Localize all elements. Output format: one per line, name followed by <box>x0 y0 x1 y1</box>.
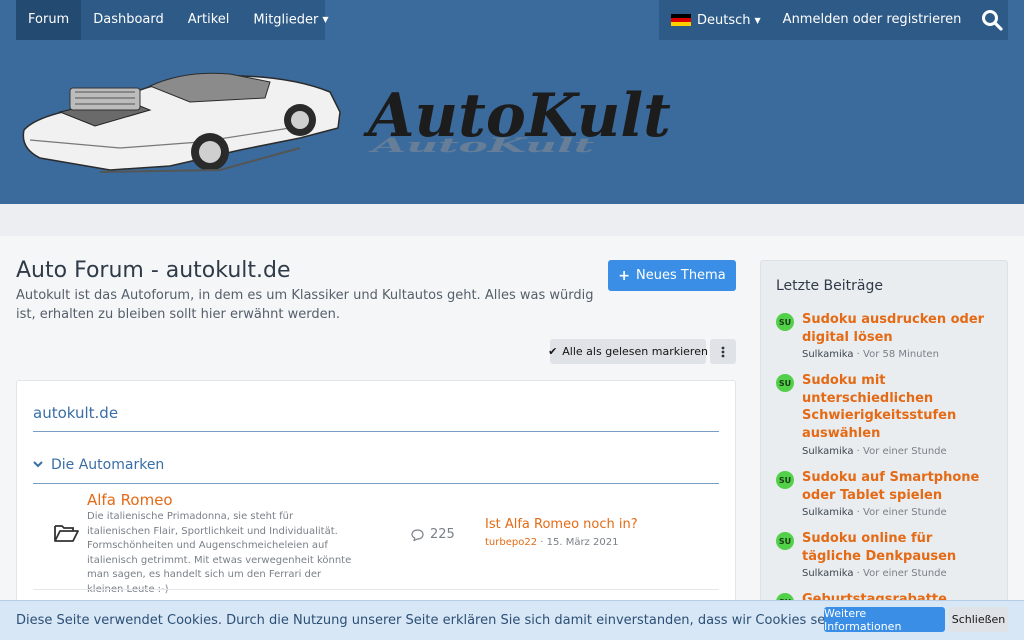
chevron-down-icon: ▼ <box>322 15 329 24</box>
site-banner: AutoKult AutoKult <box>0 40 1024 204</box>
vertical-ellipsis-icon <box>721 346 725 357</box>
forum-title-alfa-romeo[interactable]: Alfa Romeo <box>87 491 173 509</box>
avatar[interactable]: SU <box>776 471 794 489</box>
post-title[interactable]: Sudoku auf Smartphone oder Tablet spiele… <box>802 469 992 504</box>
post-author[interactable]: Sulkamika <box>802 507 853 518</box>
latest-post-item: SU Sudoku mit unterschiedlichen Schwieri… <box>776 372 1001 462</box>
page-description: Autokult ist das Autoforum, in dem es um… <box>16 288 594 322</box>
post-meta: Sulkamika · Vor einer Stunde <box>802 568 947 579</box>
post-meta: Sulkamika · Vor einer Stunde <box>802 446 947 457</box>
chevron-down-icon: ▼ <box>754 15 761 25</box>
forum-description: Die italienische Primadonna, sie steht f… <box>87 511 352 595</box>
latest-thread-date: 15. März 2021 <box>546 537 619 548</box>
mark-read-label: Alle als gelesen markieren <box>562 345 708 358</box>
car-illustration <box>22 72 341 173</box>
top-navigation: Forum Dashboard Artikel Mitglieder ▼ Deut… <box>0 0 1024 40</box>
post-time: Vor einer Stunde <box>863 446 947 457</box>
tab-mitglieder[interactable]: Mitglieder ▼ <box>241 0 340 40</box>
post-title[interactable]: Sudoku ausdrucken oder digital lösen <box>802 311 992 346</box>
latest-post-item: SU Sudoku online für tägliche Denkpausen… <box>776 530 1001 586</box>
site-logo[interactable]: AutoKult AutoKult <box>0 40 820 204</box>
mark-all-read-button[interactable]: ✔ Alle als gelesen markieren <box>548 339 708 364</box>
new-thread-label: Neues Thema <box>636 268 726 283</box>
post-title[interactable]: Sudoku mit unterschiedlichen Schwierigke… <box>802 372 992 442</box>
post-time: Vor einer Stunde <box>863 507 947 518</box>
post-title[interactable]: Sudoku online für tägliche Denkpausen <box>802 530 992 565</box>
login-register-link[interactable]: Anmelden oder registrieren <box>773 0 976 40</box>
folder-open-icon <box>53 523 79 547</box>
latest-thread-user[interactable]: turbepo22 <box>485 537 537 548</box>
cookie-close-button[interactable]: Schließen <box>949 607 1008 632</box>
subcategory-toggle[interactable]: Die Automarken <box>33 457 164 473</box>
post-author[interactable]: Sulkamika <box>802 349 853 360</box>
thread-count: 225 <box>411 527 455 542</box>
latest-post-item: SU Sudoku ausdrucken oder digital lösen … <box>776 311 1001 367</box>
row-divider <box>33 589 719 590</box>
tab-forum[interactable]: Forum <box>16 0 82 40</box>
main-nav-tabs: Forum Dashboard Artikel Mitglieder ▼ <box>16 0 329 40</box>
tab-dashboard[interactable]: Dashboard <box>81 0 176 40</box>
language-label: Deutsch <box>697 12 751 28</box>
post-time: Vor 58 Minuten <box>863 349 939 360</box>
post-time: Vor einer Stunde <box>863 568 947 579</box>
latest-posts-sidebar: Letzte Beiträge SU Sudoku ausdrucken ode… <box>760 260 1008 640</box>
latest-thread-meta: turbepo22 · 15. März 2021 <box>485 537 618 548</box>
tab-mitglieder-label: Mitglieder <box>253 12 319 28</box>
page-title: Auto Forum - autokult.de <box>16 258 291 283</box>
latest-thread-link[interactable]: Ist Alfa Romeo noch in? <box>485 517 638 532</box>
plus-icon: + <box>618 267 631 284</box>
post-meta: Sulkamika · Vor einer Stunde <box>802 507 947 518</box>
latest-post-item: SU Sudoku auf Smartphone oder Tablet spi… <box>776 469 1001 525</box>
cookie-more-info-button[interactable]: Weitere Informationen <box>824 607 945 633</box>
logo-text: AutoKult AutoKult <box>363 81 671 157</box>
svg-text:AutoKult: AutoKult <box>368 134 594 157</box>
search-icon <box>981 10 1003 31</box>
tab-artikel[interactable]: Artikel <box>176 0 242 40</box>
avatar[interactable]: SU <box>776 374 794 392</box>
post-author[interactable]: Sulkamika <box>802 446 853 457</box>
check-icon: ✔ <box>548 345 558 358</box>
language-selector[interactable]: Deutsch ▼ <box>659 0 773 40</box>
breadcrumb-strip <box>0 204 1024 236</box>
cookie-text: Diese Seite verwendet Cookies. Durch die… <box>16 613 858 628</box>
category-divider <box>33 431 719 432</box>
avatar[interactable]: SU <box>776 313 794 331</box>
sidebar-title: Letzte Beiträge <box>776 278 883 294</box>
user-nav: Deutsch ▼ Anmelden oder registrieren <box>659 0 1008 40</box>
chevron-down-icon <box>33 460 43 471</box>
avatar[interactable]: SU <box>776 532 794 550</box>
thread-count-value: 225 <box>430 527 455 542</box>
category-title[interactable]: autokult.de <box>33 404 118 422</box>
post-author[interactable]: Sulkamika <box>802 568 853 579</box>
subcategory-title: Die Automarken <box>51 457 165 473</box>
comment-icon <box>411 528 424 541</box>
more-options-button[interactable] <box>710 339 736 364</box>
search-button[interactable] <box>975 0 1008 40</box>
german-flag-icon <box>671 13 691 27</box>
subcategory-divider <box>33 483 719 484</box>
new-thread-button[interactable]: + Neues Thema <box>608 260 736 291</box>
post-meta: Sulkamika · Vor 58 Minuten <box>802 349 939 360</box>
